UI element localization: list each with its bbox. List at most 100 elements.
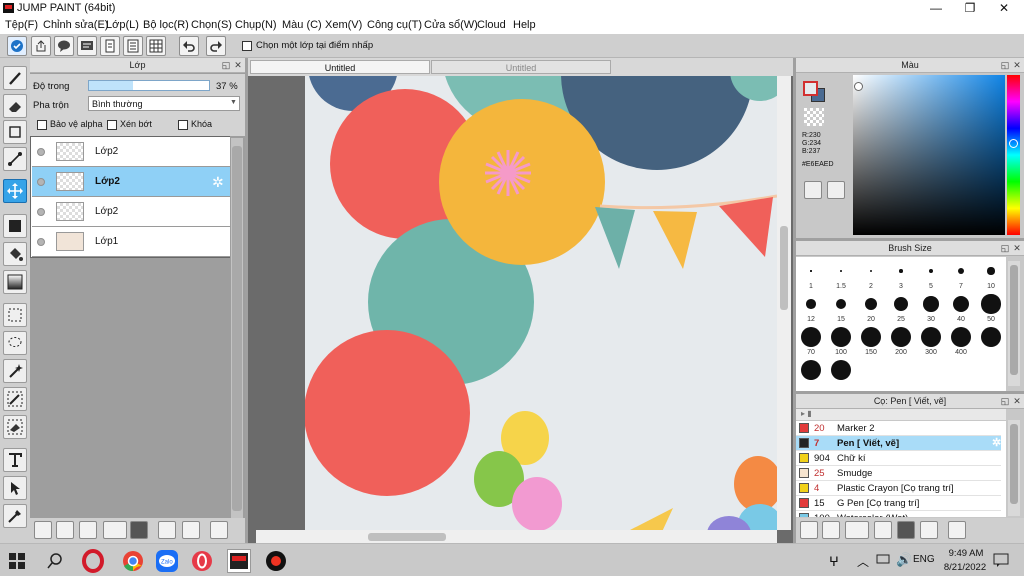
brush-size-dot[interactable] [952,295,970,313]
panel-close-icon[interactable]: ✕ [233,60,243,70]
speech-bubble-icon[interactable] [54,36,74,56]
restore-button[interactable]: ❐ [953,0,987,17]
brush-copy-icon[interactable] [920,521,938,539]
merge-layer-icon[interactable] [182,521,200,539]
close-button[interactable]: ✕ [987,0,1021,17]
brush-row[interactable]: 15 G Pen [Cọ trang trí] [796,496,1001,511]
layer-row-selected[interactable]: Lớp2 ✲ [32,167,230,197]
eyedropper-tool-icon[interactable] [3,504,27,528]
network-icon[interactable] [876,553,890,565]
brush-size-dot[interactable] [830,326,852,348]
menu-tools[interactable]: Công cụ(T) [367,19,422,31]
people-icon[interactable]: ⵖ [829,554,839,570]
brush-size-dot[interactable] [899,269,903,273]
menu-layer[interactable]: Lớp(L) [106,19,139,31]
document-tab-active[interactable]: Untitled [250,60,430,74]
lock-checkbox[interactable] [178,120,188,130]
brush-trash-icon[interactable] [948,521,966,539]
menu-filter[interactable]: Bộ lọc(R) [143,19,189,31]
brush-folder-icon[interactable] [897,521,915,539]
hue-slider[interactable] [1007,75,1020,235]
brush-row[interactable]: 100 Watercolor (Wet) [796,511,1001,517]
line-tool-icon[interactable] [3,147,27,171]
clock-date[interactable]: 8/21/2022 [940,562,990,573]
notification-icon[interactable] [993,553,1009,567]
redo-icon[interactable] [206,36,226,56]
jump-paint-icon[interactable] [227,549,251,573]
chevron-up-icon[interactable]: ︿ [857,553,869,570]
brush-size-dot[interactable] [950,326,972,348]
select-pen-tool-icon[interactable] [3,387,27,411]
brush-size-dot[interactable] [865,298,877,310]
brush-page-icon[interactable] [874,521,892,539]
brush-tool-icon[interactable] [3,66,27,90]
comment-box-icon[interactable] [77,36,97,56]
visibility-icon[interactable] [37,208,45,216]
panel-close-icon[interactable]: ✕ [1012,60,1022,70]
saturation-value-picker[interactable] [853,75,1005,235]
brush-row[interactable]: 25 Smudge [796,466,1001,481]
visibility-icon[interactable] [37,148,45,156]
export-icon[interactable] [31,36,51,56]
brush-list-scrollbar[interactable] [1008,420,1020,516]
page-icon[interactable] [100,36,120,56]
menu-file[interactable]: Tệp(F) [5,19,38,31]
search-icon[interactable] [46,552,64,570]
chrome-icon[interactable] [121,549,145,573]
new-raster-layer-icon[interactable] [56,521,74,539]
text-tool-icon[interactable] [3,448,27,472]
palette-settings-icon[interactable] [827,181,845,199]
transparent-swatch[interactable] [804,108,824,126]
vertical-scrollbar-thumb[interactable] [780,226,788,310]
brush-size-dot[interactable] [806,299,816,309]
brush-size-dot[interactable] [890,326,912,348]
new-layer-icon[interactable] [34,521,52,539]
brush-size-dot[interactable] [800,359,822,381]
opacity-slider[interactable] [88,80,210,91]
rectangle-tool-icon[interactable] [3,120,27,144]
magic-wand-tool-icon[interactable] [3,359,27,383]
palette-icon[interactable] [804,181,822,199]
page-list-icon[interactable] [123,36,143,56]
panel-float-icon[interactable]: ◱ [1000,396,1010,406]
panel-close-icon[interactable]: ✕ [1012,243,1022,253]
record-icon[interactable] [264,549,288,573]
opera-gx-icon[interactable] [190,549,214,573]
brush-size-dot[interactable] [980,326,1002,348]
brush-size-dot[interactable] [869,269,873,273]
volume-icon[interactable]: 🔊 [896,552,912,568]
layer-scrollbar-thumb[interactable] [232,146,242,511]
brush-size-dot[interactable] [840,270,842,272]
panel-close-icon[interactable]: ✕ [1012,396,1022,406]
fill-rect-tool-icon[interactable] [3,214,27,238]
brush-size-dot[interactable] [928,268,934,274]
menu-cloud[interactable]: Cloud [477,19,506,31]
vertical-scrollbar[interactable] [777,76,791,530]
lasso-tool-icon[interactable] [3,331,27,355]
panel-float-icon[interactable]: ◱ [1000,60,1010,70]
brush-size-dot[interactable] [810,270,812,272]
operation-tool-icon[interactable] [3,476,27,500]
check-icon[interactable] [7,36,27,56]
menu-view[interactable]: Xem(V) [325,19,362,31]
brush-size-dot[interactable] [860,326,882,348]
brush-size-scrollbar-thumb[interactable] [1010,265,1018,375]
minimize-button[interactable]: — [919,0,953,17]
brush-row[interactable]: 904 Chữ kí [796,451,1001,466]
gear-icon[interactable]: ✲ [212,174,224,191]
brush-size-dot[interactable] [923,296,939,312]
menu-color[interactable]: Màu (C) [282,19,322,31]
opera-icon[interactable] [81,549,105,573]
menu-edit[interactable]: Chỉnh sửa(E) [43,19,108,31]
brush-size-dot[interactable] [830,359,852,381]
layer-row[interactable]: Lớp2 [32,197,230,227]
blend-mode-select[interactable]: Bình thường ▼ [88,96,240,111]
add-layer-menu-icon[interactable] [103,521,127,539]
new-brush-icon[interactable] [822,521,840,539]
new-vector-layer-icon[interactable] [79,521,97,539]
brush-size-scrollbar[interactable] [1008,261,1020,386]
trash-icon[interactable] [210,521,228,539]
bucket-tool-icon[interactable] [3,242,27,266]
menu-select[interactable]: Chọn(S) [191,19,232,31]
main-color-swatch[interactable] [803,81,818,96]
